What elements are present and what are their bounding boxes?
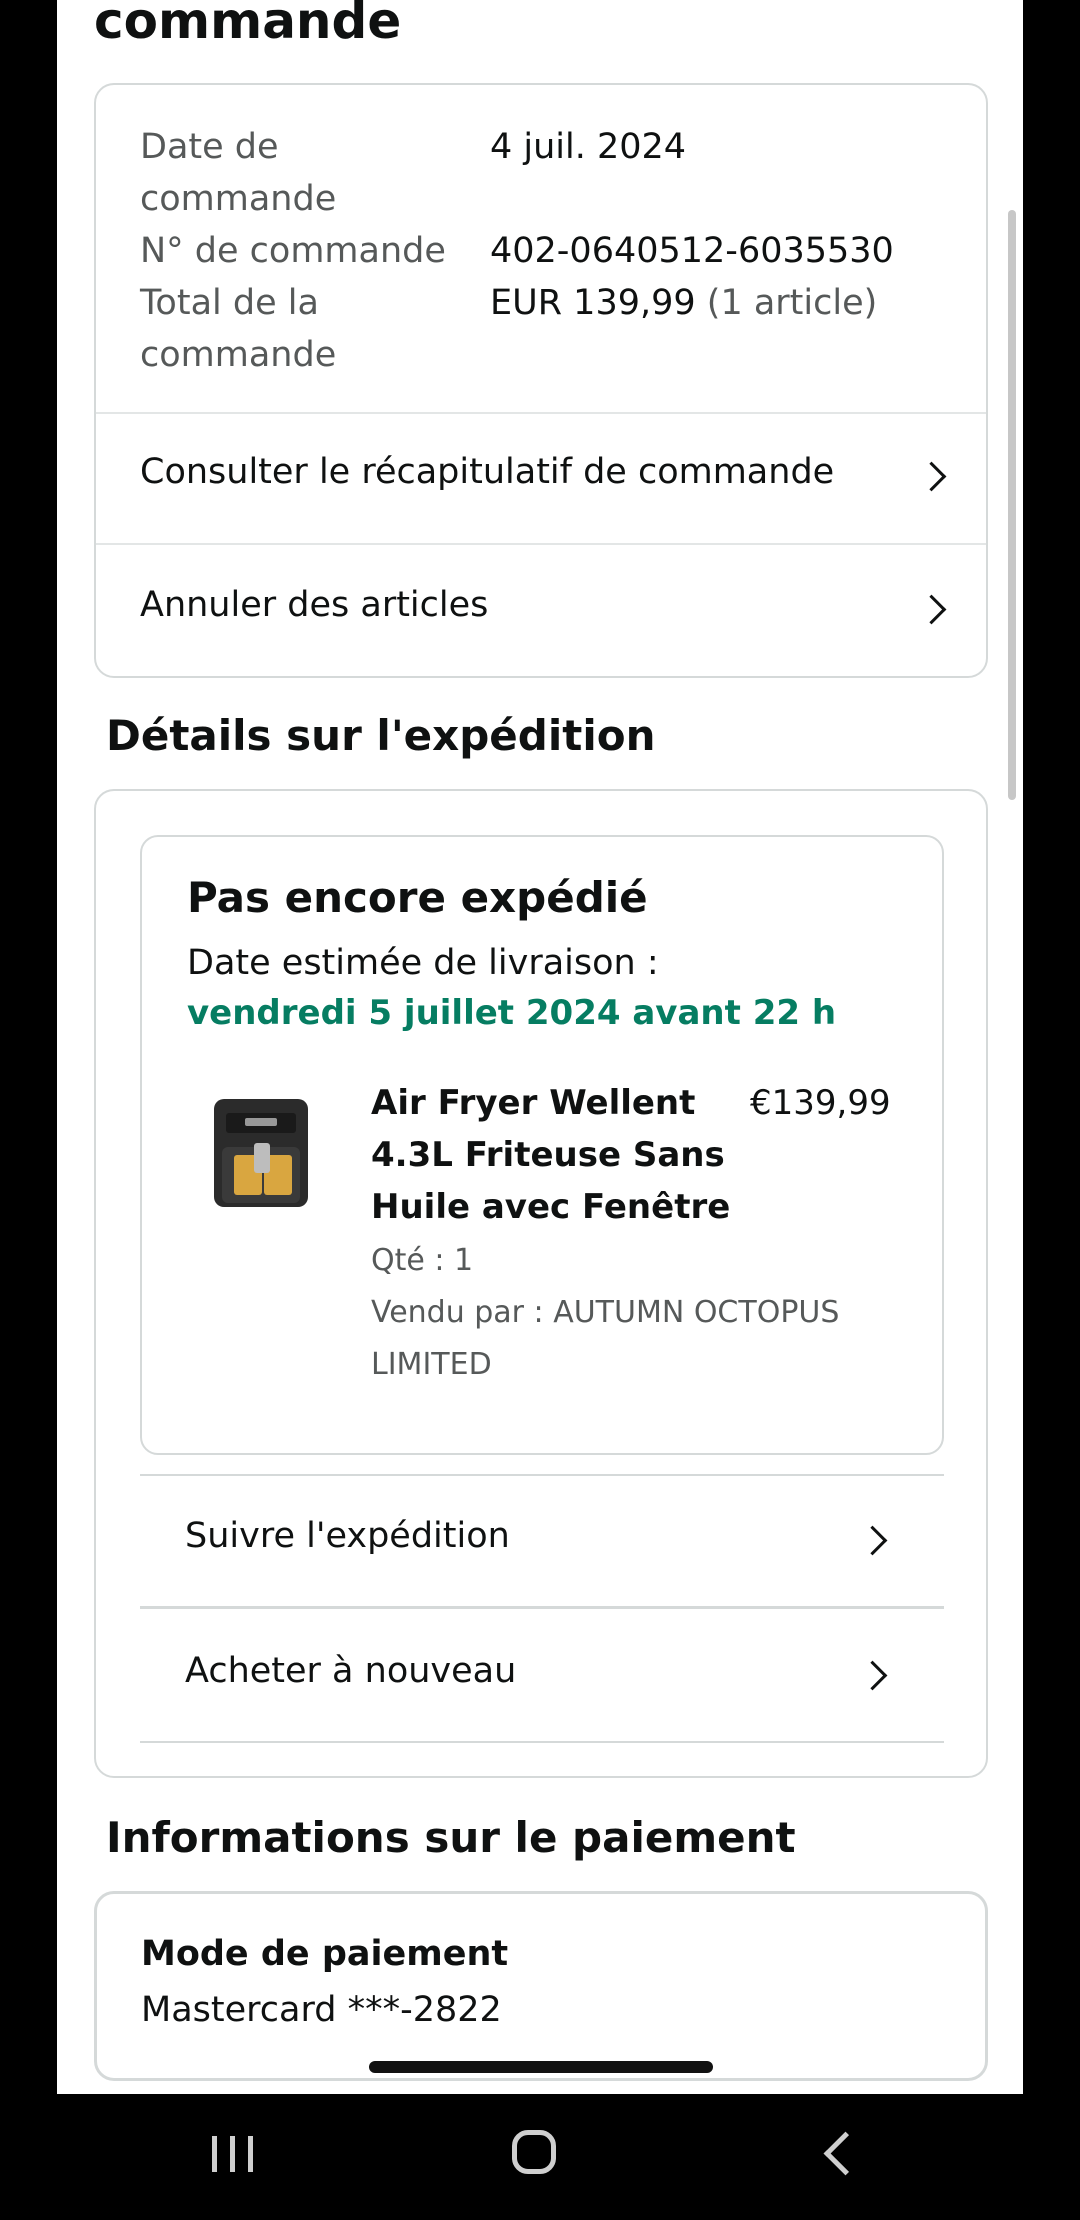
payment-card: Mode de paiement Mastercard ***-2822 <box>94 1891 988 2081</box>
order-total-value: EUR 139,99 (1 article) <box>490 277 877 329</box>
buy-again-label: Acheter à nouveau <box>185 1651 517 1691</box>
shipment-status: Pas encore expédié <box>187 873 648 922</box>
track-shipment-row[interactable]: Suivre l'expédition <box>140 1476 944 1604</box>
scrollbar[interactable] <box>1008 210 1016 800</box>
delivery-estimate-label: Date estimée de livraison : <box>187 943 659 983</box>
payment-method-label: Mode de paiement <box>141 1934 509 1974</box>
payment-section-title: Informations sur le paiement <box>106 1813 796 1862</box>
cancel-items-label: Annuler des articles <box>140 585 489 625</box>
delivery-date: vendredi 5 juillet 2024 avant 22 h <box>187 993 837 1033</box>
order-summary-card: Date de commande 4 juil. 2024 N° de comm… <box>94 83 988 678</box>
view-order-summary-label: Consulter le récapitulatif de commande <box>140 452 835 492</box>
app-screen: commande Date de commande 4 juil. 2024 N… <box>57 0 1023 2094</box>
chevron-right-icon <box>916 594 947 625</box>
chevron-right-icon <box>857 1525 888 1556</box>
chevron-right-icon <box>857 1660 888 1691</box>
view-order-summary-row[interactable]: Consulter le récapitulatif de commande <box>96 414 986 543</box>
buy-again-row[interactable]: Acheter à nouveau <box>140 1609 944 1739</box>
system-navigation-bar <box>0 2094 1080 2220</box>
chevron-right-icon <box>916 461 947 492</box>
shipment-status-card: Pas encore expédié Date estimée de livra… <box>140 835 944 1455</box>
recent-apps-icon[interactable] <box>210 2132 256 2176</box>
order-date-value: 4 juil. 2024 <box>490 127 687 167</box>
track-shipment-label: Suivre l'expédition <box>185 1516 510 1556</box>
air-fryer-product-image[interactable] <box>212 1099 312 1211</box>
order-total-label: Total de la commande <box>140 283 337 375</box>
divider <box>140 1741 944 1743</box>
product-quantity: Qté : 1 <box>371 1243 474 1278</box>
shipping-section-title: Détails sur l'expédition <box>106 711 656 760</box>
product-seller: Vendu par : AUTUMN OCTOPUS LIMITED <box>371 1295 840 1382</box>
home-icon[interactable] <box>512 2130 556 2174</box>
product-title[interactable]: Air Fryer Wellent 4.3L Friteuse Sans Hui… <box>371 1077 731 1233</box>
order-date-label: Date de commande <box>140 127 337 219</box>
product-price: €139,99 <box>750 1083 891 1123</box>
cancel-items-row[interactable]: Annuler des articles <box>96 545 986 676</box>
order-number-label: N° de commande <box>140 231 446 271</box>
back-icon[interactable] <box>823 2131 868 2176</box>
home-indicator[interactable] <box>369 2061 713 2073</box>
page-title: commande <box>94 0 402 50</box>
order-number-value: 402-0640512-6035530 <box>490 231 894 271</box>
order-total-items: (1 article) <box>706 283 878 323</box>
order-total-amount: EUR 139,99 <box>490 283 696 323</box>
payment-method-value: Mastercard ***-2822 <box>141 1990 502 2030</box>
shipping-card: Pas encore expédié Date estimée de livra… <box>94 789 988 1778</box>
